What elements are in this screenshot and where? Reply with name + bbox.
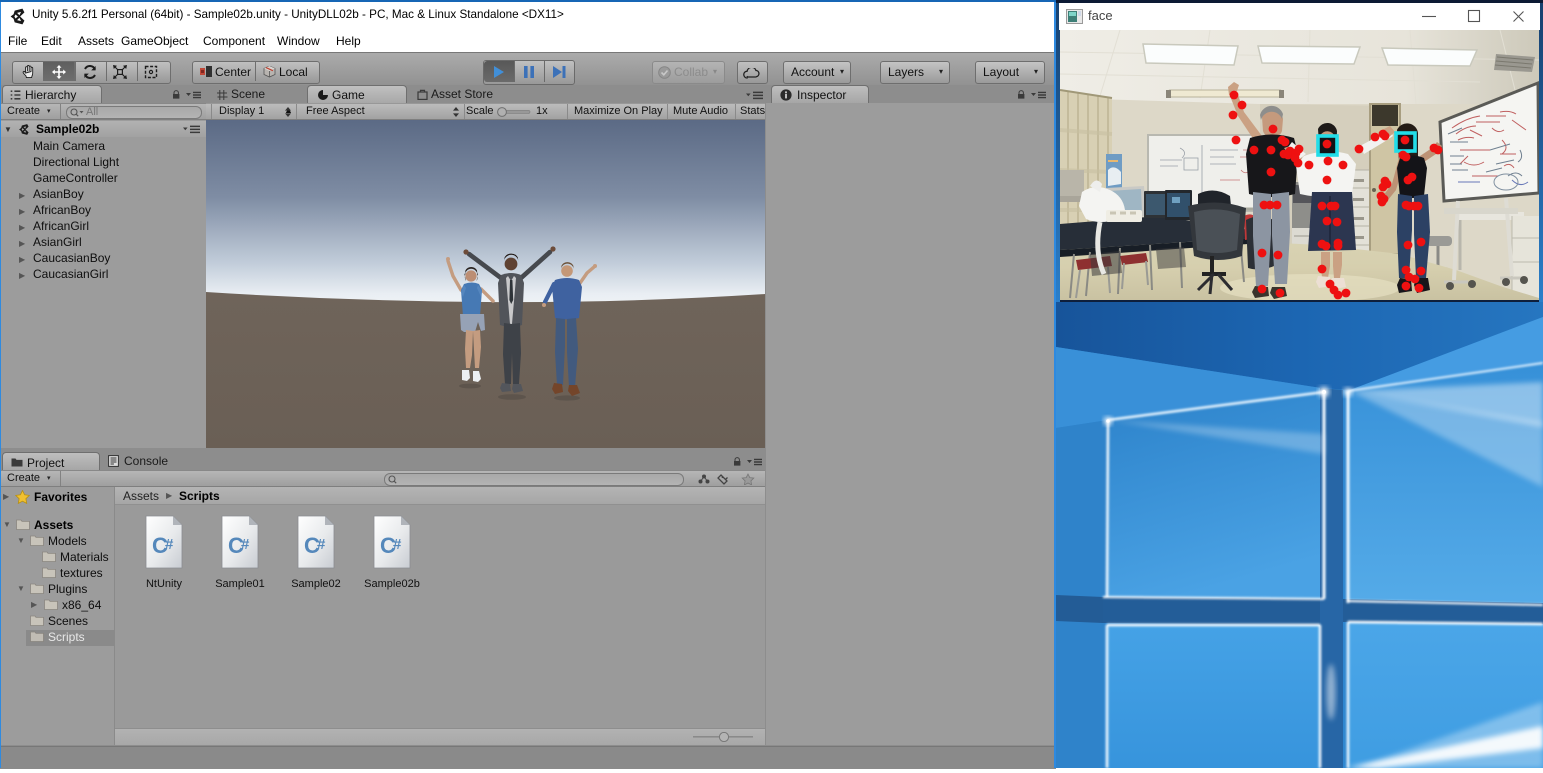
svg-text:Sample01: Sample01 — [215, 578, 265, 590]
svg-text:Sample02: Sample02 — [291, 578, 341, 590]
svg-text:#: # — [165, 536, 174, 553]
svg-text:Sample02b: Sample02b — [364, 578, 420, 590]
svg-text:NtUnity: NtUnity — [146, 578, 183, 590]
